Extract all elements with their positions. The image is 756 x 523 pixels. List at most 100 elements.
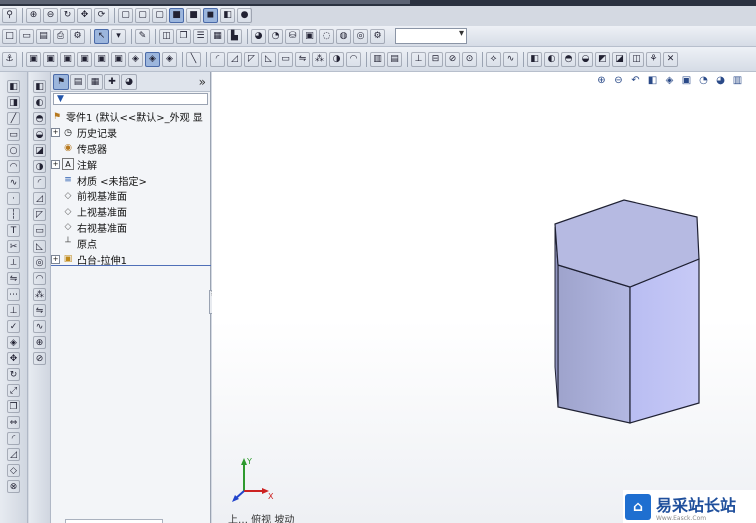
rib-icon[interactable]: ◸ <box>244 51 259 67</box>
database-icon[interactable]: ⛁ <box>285 28 300 44</box>
move-entities-icon[interactable]: ✥ <box>7 352 20 365</box>
chamfer-feature-icon[interactable]: ◿ <box>33 192 46 205</box>
cut-extrude-icon[interactable]: ◪ <box>33 144 46 157</box>
line-tool-icon[interactable]: ╱ <box>7 112 20 125</box>
perspective-icon[interactable]: ◧ <box>220 7 235 23</box>
hidden-lines-visible-icon[interactable]: ▢ <box>135 7 150 23</box>
shell-feature-icon[interactable]: ▭ <box>33 224 46 237</box>
dome-feature-icon[interactable]: ◠ <box>33 272 46 285</box>
tree-filter[interactable]: ▼ <box>53 93 208 105</box>
pattern-icon[interactable]: ⁂ <box>312 51 327 67</box>
wireframe-icon[interactable]: ▢ <box>118 7 133 23</box>
property-manager-tab-icon[interactable]: ▤ <box>70 73 86 90</box>
select-dropdown-icon[interactable]: ▾ <box>111 28 126 44</box>
chart-icon[interactable]: ▙ <box>227 28 242 44</box>
tree-root[interactable]: ⚑ 零件1 (默认<<默认>_外观 显 <box>51 109 210 125</box>
configuration-combo[interactable] <box>395 28 467 44</box>
boss-extrude-icon[interactable]: ◧ <box>33 80 46 93</box>
anchor-icon[interactable]: ⚓ <box>2 51 17 67</box>
cut-revolve-icon[interactable]: ◑ <box>33 160 46 173</box>
copy-icon[interactable]: ❐ <box>176 28 191 44</box>
mirror-entities-icon[interactable]: ⇋ <box>7 272 20 285</box>
quick-snaps-icon[interactable]: ◈ <box>7 336 20 349</box>
appearance-icon[interactable]: ◕ <box>251 28 266 44</box>
curves-icon[interactable]: ∿ <box>503 51 518 67</box>
back-view-icon[interactable]: ▣ <box>43 51 58 67</box>
combine-feature-icon[interactable]: ⊕ <box>33 336 46 349</box>
tree-item-top-plane[interactable]: ◇ 上视基准面 <box>51 204 210 220</box>
top-view-icon[interactable]: ▣ <box>94 51 109 67</box>
trim-tool-icon[interactable]: ✂ <box>7 240 20 253</box>
spline-tool-icon[interactable]: ∿ <box>7 176 20 189</box>
scene-icon[interactable]: ◔ <box>268 28 283 44</box>
zoom-to-fit-icon[interactable]: ⊕ <box>26 7 41 23</box>
mirror-feature-icon[interactable]: ⇋ <box>33 304 46 317</box>
more-tabs-icon[interactable]: » <box>199 75 206 89</box>
configuration-manager-tab-icon[interactable]: ▦ <box>87 73 103 90</box>
right-view-icon[interactable]: ▣ <box>77 51 92 67</box>
boss-revolve-icon[interactable]: ◐ <box>33 96 46 109</box>
chamfer-sketch-icon[interactable]: ◿ <box>7 448 20 461</box>
tree-item-sensors[interactable]: ◉ 传感器 <box>51 141 210 157</box>
measure-icon[interactable]: ⊥ <box>411 51 426 67</box>
save-icon[interactable]: ▤ <box>36 28 51 44</box>
extrude-icon[interactable]: ◧ <box>527 51 542 67</box>
point-tool-icon[interactable]: · <box>7 192 20 205</box>
pan-icon[interactable]: ✥ <box>77 7 92 23</box>
reference-geometry-icon[interactable]: ⟡ <box>486 51 501 67</box>
expand-icon[interactable]: + <box>51 128 60 138</box>
rebuild-icon[interactable]: ⚙ <box>70 28 85 44</box>
realview-icon[interactable]: ● <box>237 7 252 23</box>
options-icon[interactable]: ⚙ <box>370 28 385 44</box>
fillet-icon[interactable]: ◜ <box>210 51 225 67</box>
graphics-area[interactable]: ⊕ ⊖ ↶ ◧ ◈ ▣ ◔ ◕ ▥ Y X 上… 俯视 坡动 <box>212 72 756 523</box>
flex-feature-icon[interactable]: ∿ <box>33 320 46 333</box>
draft-icon[interactable]: ◺ <box>261 51 276 67</box>
tree-item-material[interactable]: ≡ 材质 <未指定> <box>51 172 210 188</box>
selection-filter-icon[interactable]: ⚲ <box>2 7 17 23</box>
boss-loft-icon[interactable]: ◒ <box>33 128 46 141</box>
relations-icon[interactable]: ⊥ <box>7 304 20 317</box>
select-arrow-icon[interactable]: ↖ <box>94 28 109 44</box>
arc-tool-icon[interactable]: ◠ <box>7 160 20 173</box>
decal-icon[interactable]: ◌ <box>319 28 334 44</box>
tree-item-right-plane[interactable]: ◇ 右视基准面 <box>51 220 210 236</box>
tree-rollback-bar[interactable] <box>51 265 211 266</box>
hole-feature-icon[interactable]: ◎ <box>33 256 46 269</box>
shaded-with-edges-icon[interactable]: ■ <box>169 7 184 23</box>
sweep-icon[interactable]: ◓ <box>561 51 576 67</box>
smart-fasteners-icon[interactable]: ⚘ <box>646 51 661 67</box>
roll-icon[interactable]: ⟳ <box>94 7 109 23</box>
camera-icon[interactable]: ◍ <box>336 28 351 44</box>
weldment-icon[interactable]: ▤ <box>387 51 402 67</box>
table-icon[interactable]: ▦ <box>210 28 225 44</box>
boss-sweep-icon[interactable]: ◓ <box>33 112 46 125</box>
copy-entities-icon[interactable]: ❐ <box>7 400 20 413</box>
rotate-entities-icon[interactable]: ↻ <box>7 368 20 381</box>
section-view-icon[interactable]: ⊘ <box>445 51 460 67</box>
zoom-to-area-icon[interactable]: ⊖ <box>43 7 58 23</box>
shadows-icon[interactable]: ◼ <box>203 7 218 23</box>
shaded-icon[interactable]: ■ <box>186 7 201 23</box>
edit-appearance-icon[interactable]: ◫ <box>159 28 174 44</box>
hole-wizard-icon[interactable]: ◫ <box>629 51 644 67</box>
fillet-sketch-icon[interactable]: ◜ <box>7 432 20 445</box>
trimetric-view-icon[interactable]: ◈ <box>162 51 177 67</box>
cut-icon[interactable]: ◪ <box>612 51 627 67</box>
left-view-icon[interactable]: ▣ <box>60 51 75 67</box>
linear-pattern-icon[interactable]: ⋯ <box>7 288 20 301</box>
draft-feature-icon[interactable]: ◺ <box>33 240 46 253</box>
sketch-tool-icon[interactable]: ◧ <box>7 80 20 93</box>
construction-geometry-icon[interactable]: ◇ <box>7 464 20 477</box>
tree-item-annotations[interactable]: + A 注解 <box>51 156 210 172</box>
sheet-metal-icon[interactable]: ▥ <box>370 51 385 67</box>
tree-item-origin[interactable]: ┴ 原点 <box>51 235 210 251</box>
check-icon[interactable]: ⊙ <box>462 51 477 67</box>
bottom-view-icon[interactable]: ▣ <box>111 51 126 67</box>
mass-properties-icon[interactable]: ⊟ <box>428 51 443 67</box>
fillet-feature-icon[interactable]: ◜ <box>33 176 46 189</box>
rectangle-tool-icon[interactable]: ▭ <box>7 128 20 141</box>
hexagonal-prism[interactable] <box>554 199 700 424</box>
hidden-lines-removed-icon[interactable]: ▢ <box>152 7 167 23</box>
isometric-view-icon[interactable]: ◈ <box>145 51 160 67</box>
